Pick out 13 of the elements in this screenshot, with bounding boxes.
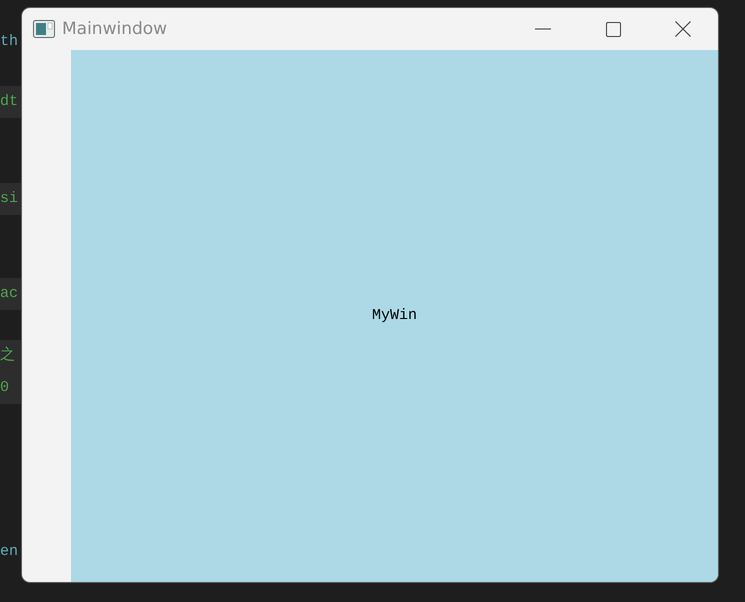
window-title: Mainwindow xyxy=(62,19,168,39)
code-text: 之 xyxy=(0,347,15,364)
code-text: ac xyxy=(0,285,18,302)
window-icon xyxy=(33,20,55,38)
code-text: th xyxy=(0,33,18,50)
content-label: MyWin xyxy=(372,307,417,324)
code-text: dt xyxy=(0,93,18,110)
code-text: 0 xyxy=(0,379,10,396)
code-text: si xyxy=(0,190,18,207)
maximize-icon xyxy=(606,22,620,36)
code-text: en xyxy=(0,543,18,560)
close-icon xyxy=(675,21,691,37)
minimize-icon xyxy=(535,28,551,30)
